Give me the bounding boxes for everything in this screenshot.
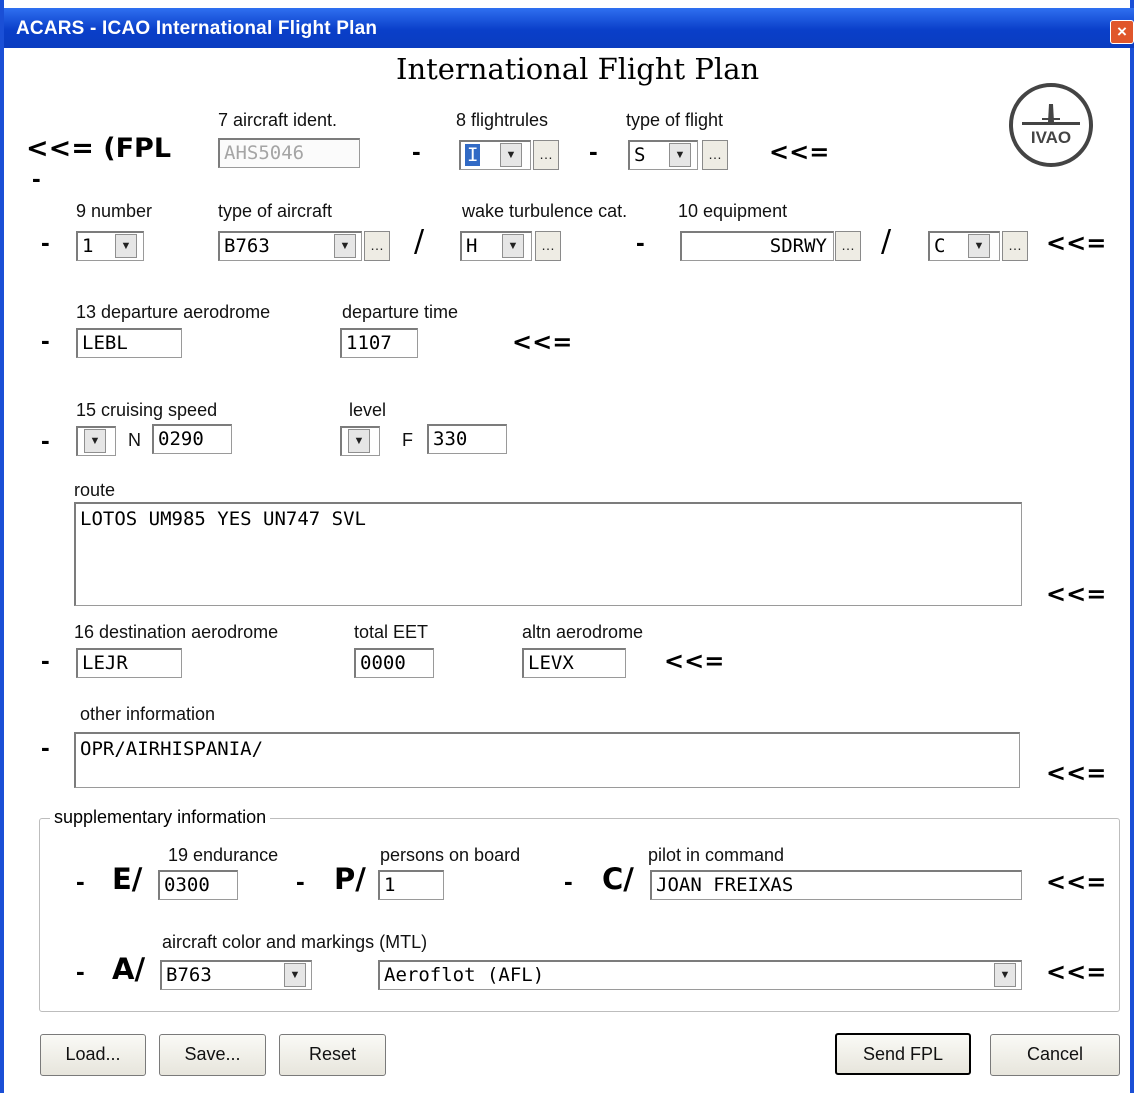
pic-back-marker: <<= [1046, 868, 1107, 896]
total-eet-field[interactable]: 0000 [354, 648, 434, 678]
pic-field[interactable]: JOAN FREIXAS [650, 870, 1022, 900]
route-label: route [74, 480, 116, 500]
equipment-label: 10 equipment [678, 201, 788, 221]
level-unit-dropdown-icon[interactable]: ▼ [348, 429, 370, 453]
row4-dash: - [41, 425, 50, 455]
altn-field[interactable]: LEVX [522, 648, 626, 678]
persons-label: persons on board [380, 845, 521, 865]
speed-field[interactable]: 0290 [152, 424, 232, 454]
flightrules-label: 8 flightrules [456, 110, 549, 130]
departure-label: 13 departure aerodrome [76, 302, 271, 322]
row3-dash: - [41, 325, 50, 355]
aircraft-type-color-dropdown-icon[interactable]: ▼ [284, 963, 306, 987]
persons-dash: - [296, 866, 305, 896]
speed-unit-dropdown-icon[interactable]: ▼ [84, 429, 106, 453]
row2-slash-1: / [414, 224, 425, 259]
other-info-field[interactable]: OPR/AIRHISPANIA/ [74, 732, 1020, 788]
flight-plan-window: ACARS - ICAO International Flight Plan ×… [0, 0, 1134, 1093]
color-dash: - [76, 956, 85, 986]
equipment-browse-button[interactable]: … [835, 231, 861, 261]
supplementary-label: supplementary information [50, 807, 271, 828]
title-bar[interactable]: ACARS - ICAO International Flight Plan × [4, 8, 1134, 48]
level-field[interactable]: 330 [427, 424, 507, 454]
reset-button[interactable]: Reset [279, 1034, 386, 1076]
type-of-aircraft-dropdown-icon[interactable]: ▼ [334, 234, 356, 258]
flightrules-browse-button[interactable]: … [533, 140, 559, 170]
departure-time-label: departure time [342, 302, 459, 322]
aircraft-ident-label: 7 aircraft ident. [218, 110, 338, 130]
level-label: level [349, 400, 387, 420]
level-unit: F [402, 430, 413, 450]
ivao-logo: IVAO [1009, 83, 1093, 167]
send-fpl-button[interactable]: Send FPL [835, 1033, 971, 1075]
speed-unit: N [128, 430, 141, 450]
endurance-label: 19 endurance [168, 845, 279, 865]
row6-dash: - [41, 645, 50, 675]
row3-back-marker: <<= [512, 328, 573, 356]
type-of-aircraft-browse-button[interactable]: … [364, 231, 390, 261]
save-button[interactable]: Save... [159, 1034, 266, 1076]
altn-label: altn aerodrome [522, 622, 644, 642]
flightrules-value: I [465, 144, 481, 166]
pic-prefix: C/ [602, 862, 634, 896]
endurance-prefix: E/ [112, 862, 143, 896]
row6-back-marker: <<= [664, 647, 725, 675]
number-dropdown-icon[interactable]: ▼ [115, 234, 137, 258]
row2-back-marker: <<= [1046, 229, 1107, 257]
row1-dash-2: - [589, 136, 598, 166]
row1-back-marker: <<= [769, 138, 830, 166]
speed-label: 15 cruising speed [76, 400, 218, 420]
type-of-flight-dropdown-icon[interactable]: ▼ [669, 143, 691, 167]
wake-label: wake turbulence cat. [462, 201, 628, 221]
route-back-marker: <<= [1046, 580, 1107, 608]
other-info-label: other information [80, 704, 216, 724]
color-label: aircraft color and markings (MTL) [162, 932, 428, 952]
wake-browse-button[interactable]: … [535, 231, 561, 261]
flightrules-dropdown-icon[interactable]: ▼ [500, 143, 522, 167]
type-of-flight-browse-button[interactable]: … [702, 140, 728, 170]
logo-text: IVAO [1031, 128, 1071, 147]
persons-field[interactable]: 1 [378, 870, 444, 900]
fpl-prefix: <<= (FPL [26, 133, 172, 164]
type-of-flight-label: type of flight [626, 110, 724, 130]
total-eet-label: total EET [354, 622, 429, 642]
destination-label: 16 destination aerodrome [74, 622, 279, 642]
persons-prefix: P/ [334, 862, 366, 896]
row1-continue-dash: - [32, 163, 41, 193]
transponder-browse-button[interactable]: … [1002, 231, 1028, 261]
departure-time-field[interactable]: 1107 [340, 328, 418, 358]
pic-label: pilot in command [648, 845, 785, 865]
equipment-field[interactable]: SDRWY [680, 231, 834, 261]
type-of-aircraft-label: type of aircraft [218, 201, 333, 221]
color-back-marker: <<= [1046, 958, 1107, 986]
departure-field[interactable]: LEBL [76, 328, 182, 358]
other-dash: - [41, 732, 50, 762]
window-title: ACARS - ICAO International Flight Plan [16, 18, 378, 39]
row2-dash-2: - [636, 227, 645, 257]
cancel-button[interactable]: Cancel [990, 1034, 1120, 1076]
wake-dropdown-icon[interactable]: ▼ [502, 234, 524, 258]
load-button[interactable]: Load... [40, 1034, 146, 1076]
row1-dash-1: - [412, 136, 421, 166]
transponder-dropdown-icon[interactable]: ▼ [968, 234, 990, 258]
color-prefix: A/ [112, 952, 146, 986]
route-field[interactable]: LOTOS UM985 YES UN747 SVL [74, 502, 1022, 606]
close-icon[interactable]: × [1110, 20, 1134, 44]
row2-dash: - [41, 227, 50, 257]
pic-dash: - [564, 866, 573, 896]
destination-field[interactable]: LEJR [76, 648, 182, 678]
endurance-field[interactable]: 0300 [158, 870, 238, 900]
livery-dropdown-icon[interactable]: ▼ [994, 963, 1016, 987]
endurance-dash: - [76, 866, 85, 896]
form-title: International Flight Plan [396, 52, 760, 86]
number-label: 9 number [76, 201, 153, 221]
livery-select[interactable]: Aeroflot (AFL) [378, 960, 1022, 990]
aircraft-ident-field[interactable]: AHS5046 [218, 138, 360, 168]
row2-slash-2: / [881, 224, 892, 259]
other-back-marker: <<= [1046, 759, 1107, 787]
